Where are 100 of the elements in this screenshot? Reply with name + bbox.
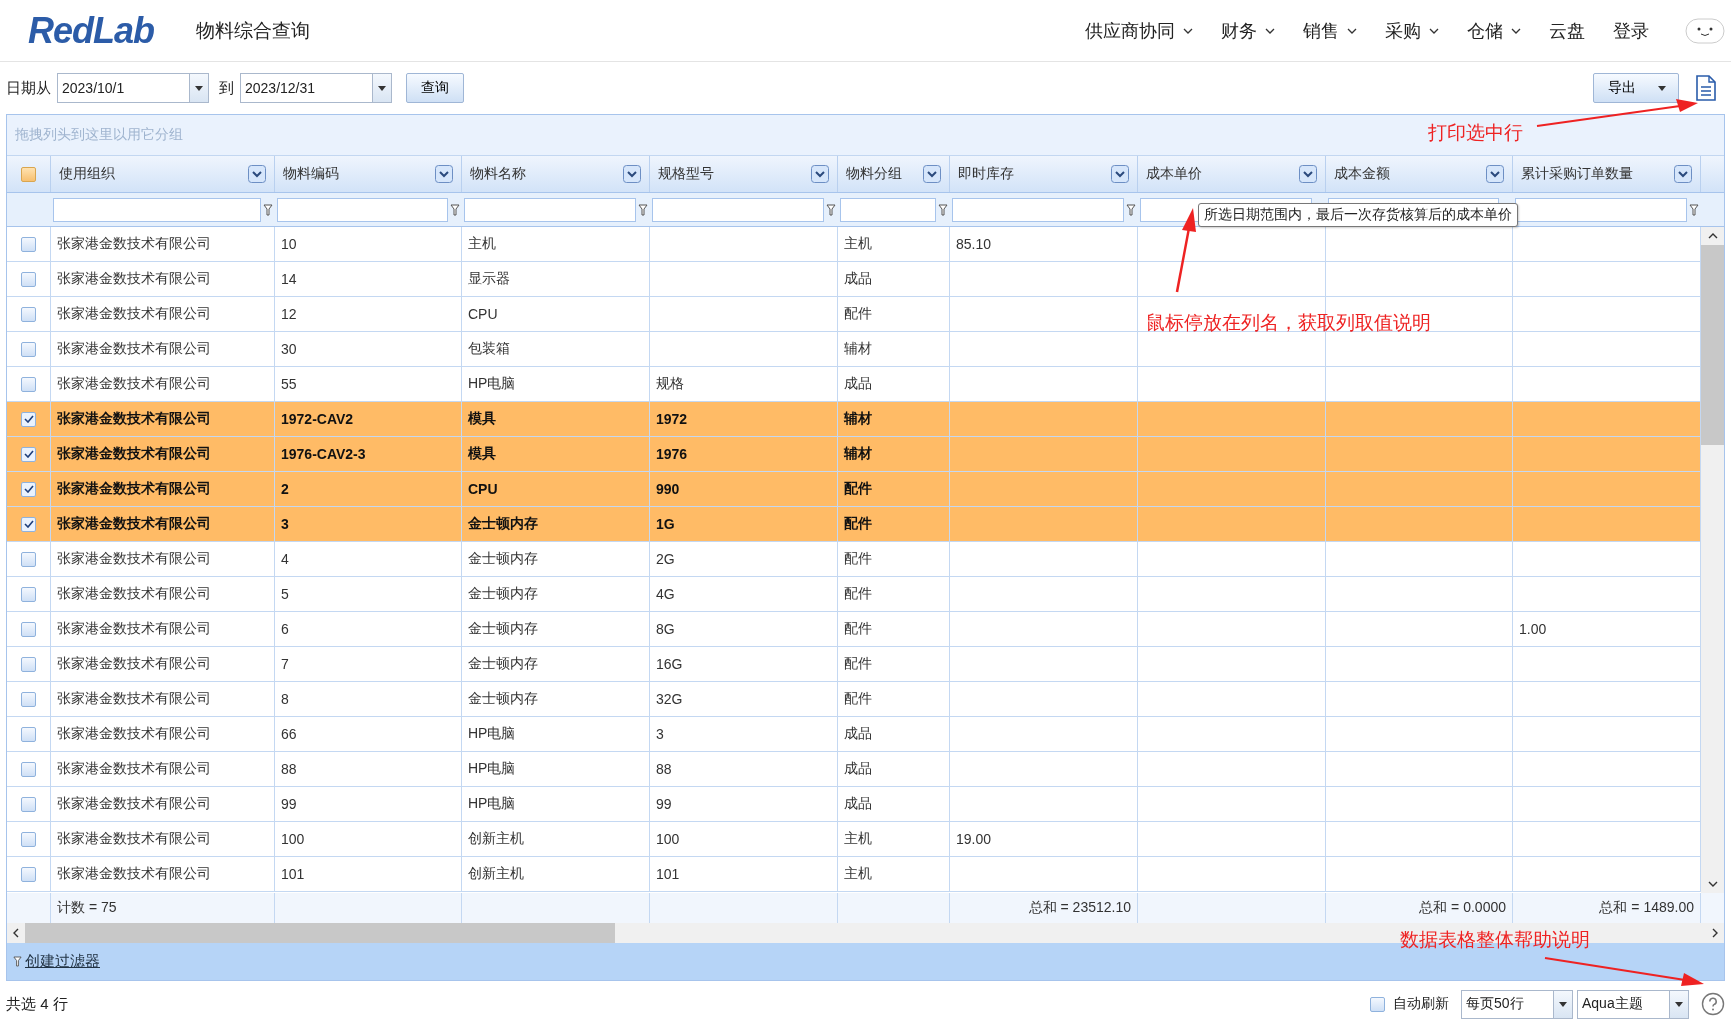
table-cell: 张家港金数技术有限公司	[57, 585, 211, 603]
table-cell: 金士顿内存	[468, 690, 538, 708]
table-cell: 创新主机	[468, 865, 524, 883]
table-cell: 配件	[844, 585, 872, 603]
table-cell: 张家港金数技术有限公司	[57, 760, 211, 778]
table-cell: 6	[281, 621, 289, 637]
table-cell: 张家港金数技术有限公司	[57, 270, 211, 288]
table-cell: 主机	[844, 830, 872, 848]
tooltip: 所选日期范围内，最后一次存货核算后的成本单价	[1198, 203, 1518, 227]
table-cell: 7	[281, 656, 289, 672]
table-cell: 成品	[844, 270, 872, 288]
table-cell: 1972	[656, 411, 688, 427]
table-cell: 金士顿内存	[468, 585, 538, 603]
table-cell: 张家港金数技术有限公司	[57, 795, 211, 813]
table-cell: 99	[281, 796, 297, 812]
table-cell: HP电脑	[468, 375, 516, 393]
table-cell: 张家港金数技术有限公司	[57, 620, 211, 638]
table-cell: 辅材	[844, 445, 872, 463]
table-cell: 1972-CAV2	[281, 411, 354, 427]
table-cell: 101	[656, 866, 680, 882]
table-cell: 4	[281, 551, 289, 567]
table-cell: 4G	[656, 586, 675, 602]
table-cell: HP电脑	[468, 795, 516, 813]
table-cell: 1.00	[1519, 621, 1547, 637]
table-cell: 主机	[844, 235, 872, 253]
table-cell: 主机	[844, 865, 872, 883]
table-cell: 1G	[656, 516, 675, 532]
table-cell: 2G	[656, 551, 675, 567]
selection-count: 共选 4 行	[6, 994, 68, 1014]
table-cell: 配件	[844, 620, 872, 638]
table-cell: 张家港金数技术有限公司	[57, 445, 211, 463]
table-cell: 101	[281, 866, 305, 882]
table-cell: 配件	[844, 690, 872, 708]
table-cell: 张家港金数技术有限公司	[57, 725, 211, 743]
table-cell: 张家港金数技术有限公司	[57, 865, 211, 883]
table-cell: 3	[656, 726, 664, 742]
table-cell: 配件	[844, 655, 872, 673]
table-cell: 8G	[656, 621, 675, 637]
table-cell: 张家港金数技术有限公司	[57, 830, 211, 848]
table-cell: 规格	[656, 375, 684, 393]
table-cell: 张家港金数技术有限公司	[57, 550, 211, 568]
table-cell: 成品	[844, 795, 872, 813]
column-summary: 计数 = 75	[57, 899, 117, 917]
table-cell: 100	[281, 831, 305, 847]
annotation-text: 数据表格整体帮助说明	[1400, 929, 1590, 950]
table-cell: 主机	[468, 235, 496, 253]
table-cell: 99	[656, 796, 672, 812]
table-cell: 88	[281, 761, 297, 777]
table-cell: 3	[281, 516, 289, 532]
table-cell: 配件	[844, 515, 872, 533]
table-cell: 张家港金数技术有限公司	[57, 340, 211, 358]
page-title: 物料综合查询	[196, 18, 310, 43]
table-cell: 16G	[656, 656, 683, 672]
table-cell: 张家港金数技术有限公司	[57, 690, 211, 708]
table-cell: 配件	[844, 305, 872, 323]
table-cell: 66	[281, 726, 297, 742]
table-cell: 创新主机	[468, 830, 524, 848]
column-summary: 总和 = 23512.10	[1028, 899, 1131, 917]
column-summary: 总和 = 0.0000	[1419, 899, 1506, 917]
table-cell: 张家港金数技术有限公司	[57, 235, 211, 253]
table-cell: 辅材	[844, 340, 872, 358]
table-cell: 成品	[844, 760, 872, 778]
table-cell: 模具	[468, 445, 496, 463]
table-cell: 辅材	[844, 410, 872, 428]
table-cell: 2	[281, 481, 289, 497]
table-cell: 成品	[844, 725, 872, 743]
table-cell: 金士顿内存	[468, 550, 538, 568]
date-from-label: 日期从	[6, 78, 51, 98]
table-cell: 成品	[844, 375, 872, 393]
table-cell: 5	[281, 586, 289, 602]
table-cell: 30	[281, 341, 297, 357]
column-summary: 总和 = 1489.00	[1599, 899, 1694, 917]
table-cell: 配件	[844, 550, 872, 568]
table-cell: 100	[656, 831, 680, 847]
date-to-label: 到	[219, 78, 234, 98]
table-cell: 配件	[844, 480, 872, 498]
table-cell: 张家港金数技术有限公司	[57, 515, 211, 533]
table-cell: CPU	[468, 306, 498, 322]
table-cell: CPU	[468, 481, 498, 497]
annotation-text: 鼠标停放在列名，获取列取值说明	[1146, 312, 1431, 333]
table-cell: 8	[281, 691, 289, 707]
table-cell: 14	[281, 271, 297, 287]
table-cell: 990	[656, 481, 680, 497]
table-cell: 张家港金数技术有限公司	[57, 410, 211, 428]
table-cell: 12	[281, 306, 297, 322]
table-cell: 32G	[656, 691, 683, 707]
table-cell: 张家港金数技术有限公司	[57, 375, 211, 393]
table-cell: 金士顿内存	[468, 620, 538, 638]
table-cell: 金士顿内存	[468, 655, 538, 673]
logo: RedLab	[28, 9, 154, 52]
table-cell: 88	[656, 761, 672, 777]
annotation-text: 打印选中行	[1428, 122, 1523, 143]
table-cell: 10	[281, 236, 297, 252]
table-cell: 张家港金数技术有限公司	[57, 655, 211, 673]
table-cell: 张家港金数技术有限公司	[57, 480, 211, 498]
table-cell: 19.00	[956, 831, 992, 847]
table-cell: HP电脑	[468, 760, 516, 778]
table-cell: HP电脑	[468, 725, 516, 743]
table-cell: 85.10	[956, 236, 992, 252]
table-cell: 包装箱	[468, 340, 510, 358]
